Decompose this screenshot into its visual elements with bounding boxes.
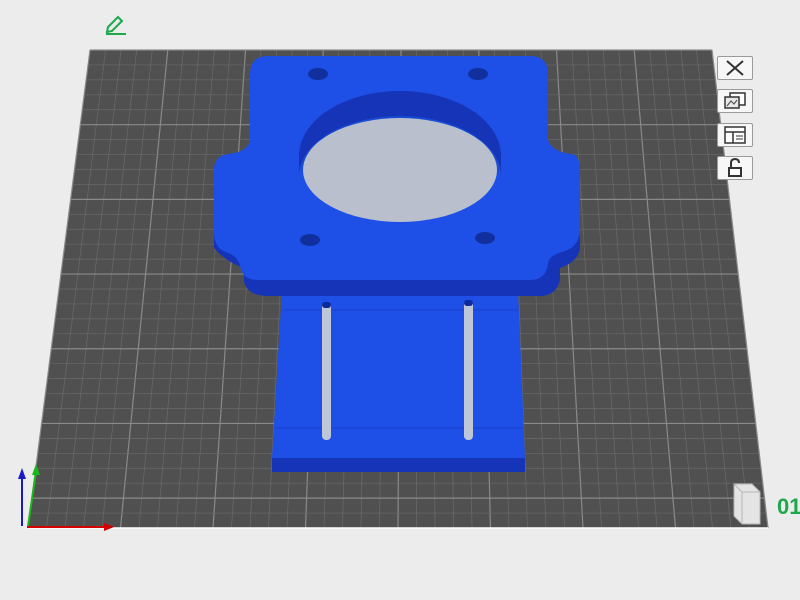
mount-hole (308, 68, 328, 80)
model-plate-top (272, 290, 525, 458)
lock-open-icon (728, 157, 742, 177)
close-button[interactable] (717, 56, 753, 80)
layout-button[interactable] (717, 123, 753, 147)
model-plate-side (272, 458, 525, 472)
screenshot-button[interactable] (717, 89, 753, 113)
view-cube-icon[interactable] (730, 482, 766, 528)
layout-panel-icon (724, 126, 746, 144)
slot-left (322, 302, 331, 440)
mount-hole (300, 234, 320, 246)
mount-hole (475, 232, 495, 244)
close-icon (726, 60, 744, 76)
corner-label: 01 (777, 494, 800, 519)
3d-viewport[interactable] (0, 0, 800, 600)
image-edit-icon (724, 92, 746, 109)
mount-hole (468, 68, 488, 80)
lock-button[interactable] (717, 156, 753, 180)
edit-icon[interactable] (104, 14, 128, 36)
slot-right (464, 300, 473, 440)
